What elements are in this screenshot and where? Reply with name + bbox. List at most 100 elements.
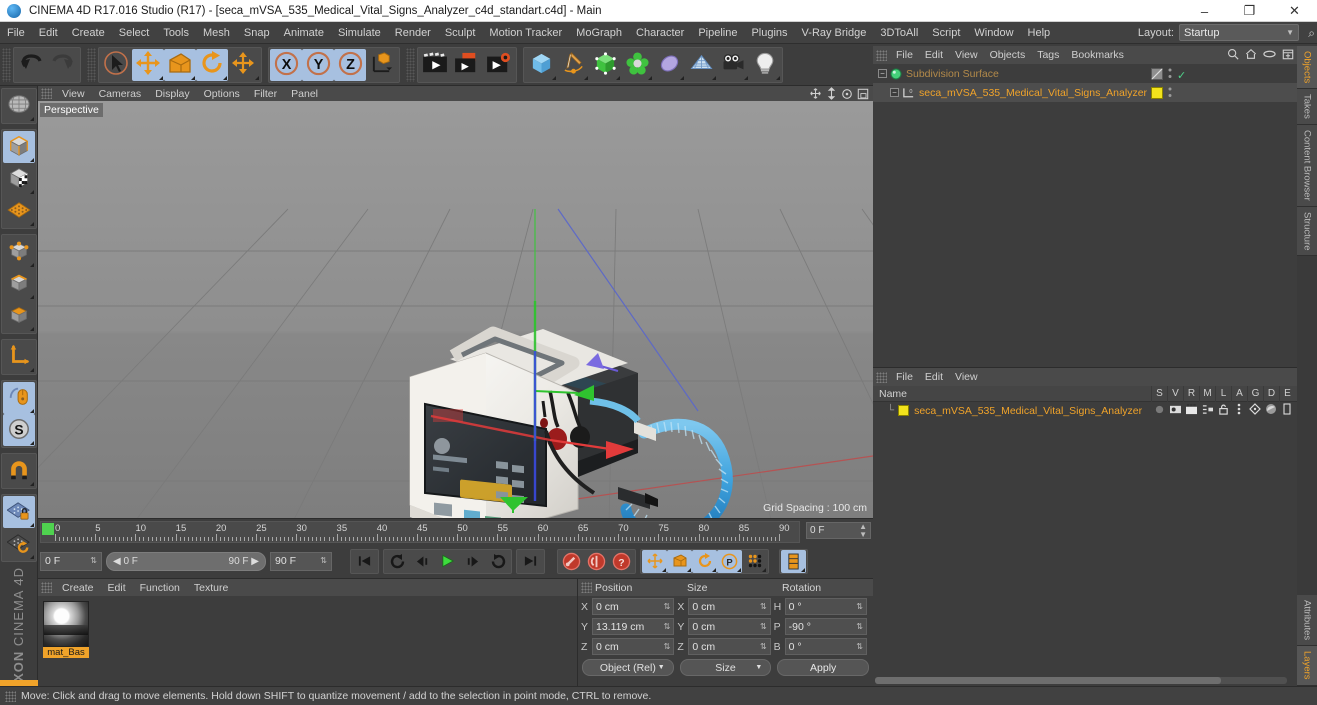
- spinner-icon[interactable]: ▲ ▼: [859, 522, 867, 539]
- object-row[interactable]: − 0 seca_mVSA_535_Medical_Vital_Signs_Anal…: [873, 83, 1297, 102]
- current-frame-field[interactable]: 0 F ▲ ▼: [806, 522, 871, 539]
- menu-item-help[interactable]: Help: [1021, 22, 1058, 44]
- viewport-menu-filter[interactable]: Filter: [247, 88, 284, 100]
- spinner-icon[interactable]: ⇅: [856, 642, 863, 651]
- coordinate-mode-dropdown[interactable]: Object (Rel) ▼: [582, 659, 674, 676]
- end-frame-field[interactable]: 90 F ⇅: [270, 551, 332, 571]
- visibility-dots-icon[interactable]: [1168, 86, 1172, 102]
- spinner-icon[interactable]: ⇅: [760, 622, 767, 631]
- menu-item-window[interactable]: Window: [967, 22, 1020, 44]
- generator-toggle[interactable]: [1247, 403, 1263, 415]
- scale-button[interactable]: [164, 48, 196, 81]
- render-toggle[interactable]: [1183, 403, 1199, 415]
- subdivision-surface-icon[interactable]: [890, 68, 902, 80]
- spline-pen-button[interactable]: [557, 49, 589, 81]
- spinner-icon[interactable]: ⇅: [664, 622, 671, 631]
- timeline-view-button[interactable]: [781, 549, 806, 573]
- keyframe-selection-button[interactable]: ?: [609, 550, 634, 573]
- material-thumbnail[interactable]: [43, 601, 89, 647]
- layer-row[interactable]: └ seca_mVSA_535_Medical_Vital_Signs_Analy…: [873, 402, 1297, 419]
- size-mode-dropdown[interactable]: Size ▼: [679, 659, 772, 676]
- parameter-key-button[interactable]: P: [717, 549, 742, 573]
- object-tree[interactable]: − Subdivision Surface ✓ −0 seca_mVSA_535_Med…: [873, 64, 1297, 367]
- rotation-p-field[interactable]: -90 ° ⇅: [784, 618, 867, 635]
- object-row[interactable]: − Subdivision Surface ✓: [873, 64, 1297, 83]
- menu-item-mograph[interactable]: MoGraph: [569, 22, 629, 44]
- layers-menu-view[interactable]: View: [949, 371, 984, 383]
- magnet-button[interactable]: [3, 455, 35, 487]
- model-mode-button[interactable]: [2, 131, 35, 163]
- render-view-button[interactable]: [419, 49, 451, 81]
- menu-item-pipeline[interactable]: Pipeline: [691, 22, 744, 44]
- expand-collapse-icon[interactable]: −: [878, 69, 887, 78]
- vertical-tab-layers[interactable]: Layers: [1297, 646, 1317, 686]
- cube-primitive-button[interactable]: [525, 49, 557, 81]
- spinner-icon[interactable]: ⇅: [856, 622, 863, 631]
- object-menu-edit[interactable]: Edit: [919, 49, 949, 61]
- vertical-tab-structure[interactable]: Structure: [1297, 206, 1317, 257]
- enabled-check-icon[interactable]: ✓: [1177, 69, 1186, 82]
- rotation-h-field[interactable]: 0 ° ⇅: [784, 598, 867, 615]
- generator-button[interactable]: [589, 49, 621, 81]
- phong-tag-icon[interactable]: [1151, 67, 1163, 83]
- environment-button[interactable]: [653, 49, 685, 81]
- layer-column-d[interactable]: D: [1263, 386, 1279, 402]
- vertical-tab-attributes[interactable]: Attributes: [1297, 595, 1317, 647]
- enable-axis-button[interactable]: [2, 382, 35, 414]
- panel-grip-icon[interactable]: [876, 49, 887, 61]
- material-menu-function[interactable]: Function: [133, 582, 187, 594]
- light-button[interactable]: [749, 49, 781, 81]
- point-mode-button[interactable]: [3, 236, 35, 268]
- close-button[interactable]: ✕: [1272, 0, 1317, 22]
- material-menu-texture[interactable]: Texture: [187, 582, 235, 594]
- object-menu-objects[interactable]: Objects: [984, 49, 1032, 61]
- viewport-menu-view[interactable]: View: [55, 88, 92, 100]
- loop-button[interactable]: [485, 550, 510, 573]
- menu-item-simulate[interactable]: Simulate: [331, 22, 388, 44]
- object-menu-bookmarks[interactable]: Bookmarks: [1065, 49, 1130, 61]
- viewport-menu-options[interactable]: Options: [197, 88, 247, 100]
- position-y-field[interactable]: 13.119 cm ⇅: [592, 618, 675, 635]
- toolbar-grip-icon[interactable]: [406, 47, 415, 82]
- go-to-start-button[interactable]: [352, 550, 377, 573]
- layer-rows[interactable]: └ seca_mVSA_535_Medical_Vital_Signs_Analy…: [873, 402, 1297, 419]
- spinner-icon[interactable]: ⇅: [760, 602, 767, 611]
- toolbar-grip-icon[interactable]: [2, 47, 11, 82]
- layer-column-s[interactable]: S: [1151, 386, 1167, 402]
- material-item[interactable]: mat_Bas: [43, 601, 89, 658]
- panel-grip-icon[interactable]: [41, 582, 52, 593]
- s-object-button[interactable]: S: [2, 414, 35, 446]
- menu-item-motion-tracker[interactable]: Motion Tracker: [482, 22, 569, 44]
- play-button[interactable]: [435, 550, 460, 573]
- manager-toggle[interactable]: [1199, 403, 1215, 415]
- texture-mode-button[interactable]: [3, 163, 35, 195]
- menu-item-edit[interactable]: Edit: [32, 22, 65, 44]
- layer-column-r[interactable]: R: [1183, 386, 1199, 402]
- home-icon[interactable]: [1245, 48, 1257, 63]
- layers-menu-file[interactable]: File: [890, 371, 919, 383]
- menu-item-3dtoall[interactable]: 3DToAll: [873, 22, 925, 44]
- step-back-button[interactable]: [410, 550, 435, 573]
- search-icon[interactable]: ⌕: [1308, 26, 1315, 41]
- timeline-ruler[interactable]: 0 5 10 15 20 25 30 35 40 45 50 55 60 65 70 75 80 85 90: [40, 521, 800, 543]
- spinner-icon[interactable]: ⇅: [664, 602, 671, 611]
- material-menu-create[interactable]: Create: [55, 582, 101, 594]
- layer-column-v[interactable]: V: [1167, 386, 1183, 402]
- spinner-icon[interactable]: ⇅: [90, 557, 97, 565]
- layer-color-swatch[interactable]: [1151, 86, 1163, 102]
- move-button[interactable]: [132, 48, 164, 81]
- edge-mode-button[interactable]: [3, 268, 35, 300]
- apply-button[interactable]: Apply: [777, 659, 870, 676]
- layout-dropdown[interactable]: Startup ▼: [1179, 24, 1299, 41]
- timeline-playhead[interactable]: [42, 523, 54, 535]
- position-z-field[interactable]: 0 cm ⇅: [592, 638, 675, 655]
- visible-toggle[interactable]: [1167, 403, 1183, 415]
- position-x-field[interactable]: 0 cm ⇅: [592, 598, 675, 615]
- spinner-icon[interactable]: ⇅: [856, 602, 863, 611]
- undo-button[interactable]: [15, 49, 47, 81]
- start-frame-field[interactable]: 0 F ⇅: [40, 551, 102, 571]
- lock-workplane-button[interactable]: [2, 496, 35, 528]
- deformer-toggle[interactable]: [1263, 403, 1279, 415]
- solo-toggle[interactable]: [1151, 403, 1167, 415]
- menu-item-v-ray-bridge[interactable]: V-Ray Bridge: [795, 22, 874, 44]
